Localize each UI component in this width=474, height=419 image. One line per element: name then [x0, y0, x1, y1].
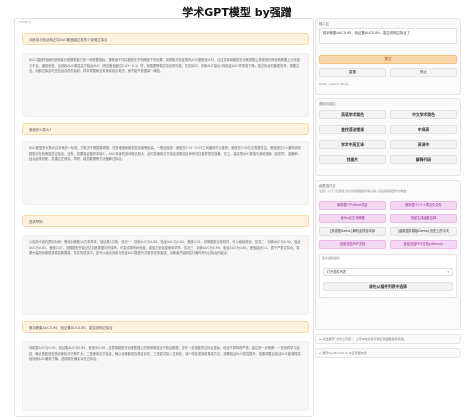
- input-label: 输入区: [319, 22, 330, 26]
- plugin-select[interactable]: 打开插件列表 ▾: [323, 268, 453, 276]
- run-plugin-button[interactable]: 请先从插件列表中选择: [323, 282, 453, 291]
- input-section: 输入区 那训练集AUC0.95，验证集AUC0.89，能否说明过拟合了 提交 重…: [315, 18, 461, 95]
- user-message: 那训练集AUC0.95，验证集AUC0.89，能否说明过拟合: [22, 321, 309, 333]
- user-message: 差值多少算大?: [22, 123, 309, 135]
- file-upload-label-text: 点击展开“文件上传区”，上传本地文件可供红色函数插件调用。: [322, 337, 407, 341]
- parse-self-demo-button[interactable]: [多线程Demo] 解析此项目本身: [319, 227, 386, 236]
- collapse-arrow-icon: ◂: [319, 351, 321, 355]
- collapse-arrow-icon: ◂: [319, 337, 321, 341]
- assistant-message: AUC差值多大算大并没有统一标准，它取决于数据集规模、任务难度和模型复杂度等因素…: [22, 141, 309, 205]
- file-upload-label: ◂ 点击展开“文件上传区”，上传本地文件可供红色函数插件调用。: [316, 335, 460, 343]
- plugin-select-value: 打开插件列表: [327, 270, 347, 274]
- zh-to-en-button[interactable]: 中译英: [390, 125, 457, 134]
- plugins-hint: 注意：以下“红颜色”标识的函数插件需从输入区读取路径作为参数: [319, 189, 407, 193]
- polish-chinese-button[interactable]: 中文学术润色: [390, 110, 457, 119]
- plugins-section: 函数插件区 注意：以下“红颜色”标识的函数插件需从输入区读取路径作为参数 解析整…: [315, 180, 461, 330]
- sysprompt-accordion[interactable]: ◂ 展开SysPrompt & 交互界面布局: [315, 348, 461, 358]
- basic-functions-label: 基础功能区: [319, 102, 336, 106]
- more-plugins-group: [319, 254, 457, 298]
- submit-button[interactable]: 提交: [319, 55, 457, 64]
- sysprompt-label-text: 展开SysPrompt & 交互界面布局: [322, 351, 367, 355]
- batch-comment-button[interactable]: 批量生成函数注释: [390, 214, 457, 223]
- status-text: finish_reason: None: [319, 82, 349, 86]
- batch-pdfminer-summary-button[interactable]: 批量总结PDF文档pdfminer: [390, 240, 457, 249]
- sysprompt-label: ◂ 展开SysPrompt & 交互界面布局: [316, 349, 460, 357]
- explain-code-button[interactable]: 解释代码: [390, 155, 457, 164]
- batch-pdf-summary-button[interactable]: 批量总结PDF文档: [319, 240, 386, 249]
- user-message: 训练用与验证和正向AUC都值越过准多少说明过拟合: [22, 33, 309, 45]
- stop-button[interactable]: 停止: [390, 68, 457, 77]
- tex-abstract-button[interactable]: 读Tex论文写摘要: [319, 214, 386, 223]
- polish-english-button[interactable]: 英语学术润色: [319, 110, 386, 119]
- academic-translate-button[interactable]: 学术中英互译: [319, 140, 386, 149]
- assistant-message: 以信用卡违约预测为例：假设训练集10万条样本，验证集2万条。情况一：训练AUC为…: [22, 235, 309, 315]
- assistant-message: 训练集AUC为0.95、验证集AUC为0.89，差值为0.06，这表明模型在训练…: [22, 341, 309, 411]
- grammar-check-button[interactable]: 查找语法错误: [319, 125, 386, 134]
- chatbot-label: Chatbot: [19, 20, 31, 24]
- chevron-down-icon: ▾: [447, 270, 449, 274]
- more-plugins-label: 更多函数插件: [322, 256, 341, 260]
- history-today-demo-button[interactable]: [函数插件模板Demo] 历史上的今天: [390, 227, 457, 236]
- parse-python-project-button[interactable]: 解析整个Python项目: [319, 201, 386, 210]
- basic-functions-section: 基础功能区 英语学术润色 中文学术润色 查找语法错误 中译英 学术中英互译 英译…: [315, 98, 461, 176]
- find-image-button[interactable]: 找图片: [319, 155, 386, 164]
- assistant-message: AUC(曲线的面积)是衡量分类模型能力的一种重要指标，通常用于评估模型在不同阈值…: [22, 53, 309, 117]
- chatbot-panel[interactable]: Chatbot 训练用与验证和正向AUC都值越过准多少说明过拟合 AUC(曲线的…: [14, 18, 314, 417]
- parse-cpp-headers-button[interactable]: 解析整个C++项目头文件: [390, 201, 457, 210]
- file-upload-accordion[interactable]: ◂ 点击展开“文件上传区”，上传本地文件可供红色函数插件调用。: [315, 334, 461, 344]
- en-to-zh-button[interactable]: 英译中: [390, 140, 457, 149]
- reset-button[interactable]: 重置: [319, 68, 386, 77]
- prompt-input[interactable]: 那训练集AUC0.95，验证集AUC0.89，能否说明过拟合了: [319, 28, 457, 44]
- user-message: 具体举例: [22, 215, 309, 227]
